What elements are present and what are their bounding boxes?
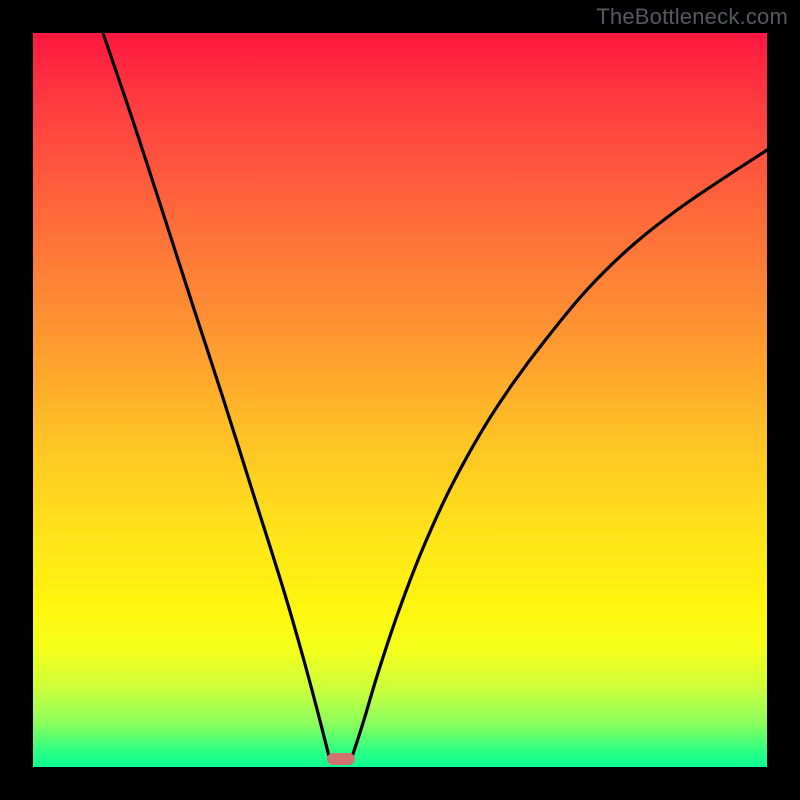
curve-right [351, 150, 767, 760]
plot-area [33, 33, 767, 767]
curve-svg [33, 33, 767, 767]
trough-marker [327, 753, 355, 765]
chart-frame: TheBottleneck.com [0, 0, 800, 800]
attribution-text: TheBottleneck.com [596, 4, 788, 30]
curve-left [103, 33, 330, 760]
